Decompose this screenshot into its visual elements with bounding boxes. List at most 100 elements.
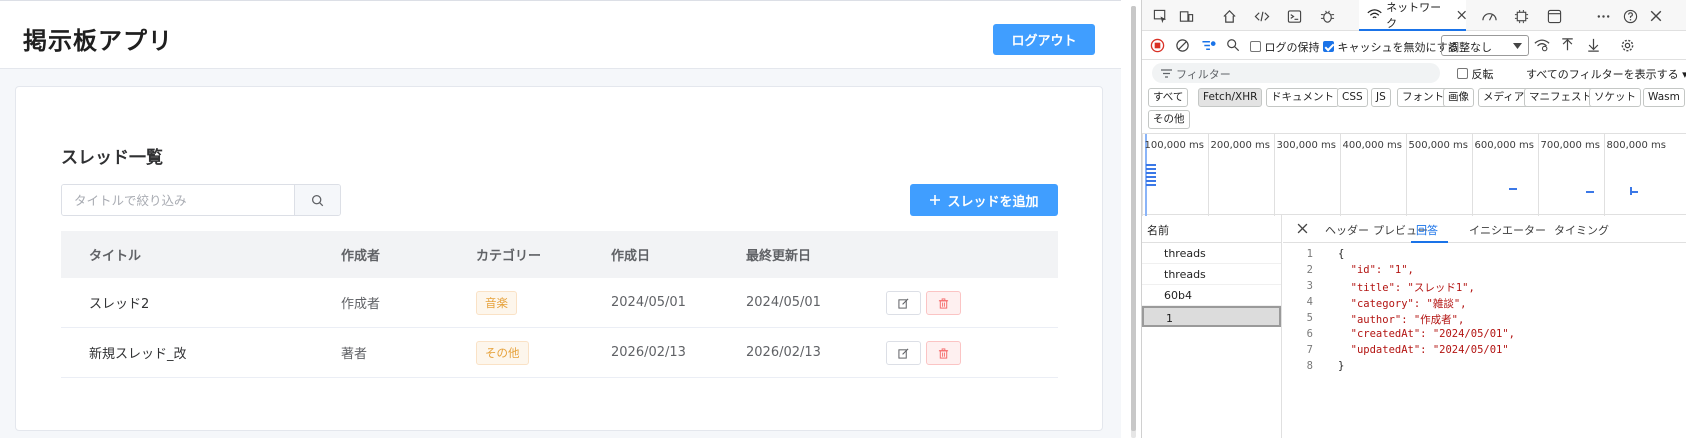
line-number: 3 [1306, 280, 1313, 292]
download-icon[interactable] [1584, 36, 1602, 54]
more-tools-icon[interactable] [1593, 6, 1613, 26]
tab-response[interactable]: 回答 [1416, 222, 1438, 238]
inspect-icon[interactable] [1150, 6, 1170, 26]
chip-js[interactable]: JS [1371, 88, 1391, 107]
search-input[interactable] [62, 185, 294, 215]
chip-manifest[interactable]: マニフェスト [1524, 88, 1597, 107]
preserve-log-checkbox[interactable] [1250, 41, 1261, 52]
table-row: 新規スレッド_改 著者 その他 2026/02/13 2026/02/13 [61, 328, 1058, 378]
row-updated: 2026/02/13 [746, 345, 821, 360]
edit-button[interactable] [886, 341, 921, 365]
line-number: 4 [1306, 296, 1313, 308]
row-created: 2024/05/01 [611, 295, 686, 310]
throttle-value: 調整なし [1448, 41, 1492, 54]
chip-socket[interactable]: ソケット [1589, 88, 1641, 107]
invert-checkbox[interactable] [1457, 68, 1468, 79]
tab-headers[interactable]: ヘッダー [1325, 222, 1369, 238]
trash-icon [938, 347, 949, 359]
wifi-icon [1367, 9, 1382, 19]
app-header: 掲示板アプリ ログアウト [0, 1, 1121, 69]
chip-other[interactable]: その他 [1148, 110, 1190, 129]
request-row[interactable]: 60b4 [1142, 285, 1281, 306]
table-row: スレッド2 作成者 音楽 2024/05/01 2024/05/01 [61, 278, 1058, 328]
chip-document[interactable]: ドキュメント [1266, 88, 1339, 107]
timeline-col: 100,000 ms [1142, 134, 1208, 216]
network-timeline[interactable]: 100,000 ms 200,000 ms 300,000 ms 400,000… [1142, 133, 1686, 216]
filter-icon [1161, 69, 1172, 78]
response-line: } [1338, 360, 1345, 372]
memory-chip-icon[interactable] [1511, 6, 1531, 26]
line-number: 7 [1306, 344, 1313, 356]
chip-media[interactable]: メディア [1478, 88, 1530, 107]
help-icon[interactable] [1620, 6, 1640, 26]
record-stop-icon[interactable] [1148, 36, 1166, 54]
header-title: タイトル [89, 249, 142, 264]
line-number: 5 [1306, 312, 1313, 324]
upload-icon[interactable] [1558, 36, 1576, 54]
detail-tabs: ヘッダー プレビュー 回答 イニシエーター タイミング [1283, 215, 1686, 243]
response-line: "author": "作成者", [1338, 314, 1465, 326]
logout-button[interactable]: ログアウト [993, 24, 1095, 55]
preserve-log-label: ログの保持 [1264, 41, 1320, 54]
add-thread-button[interactable]: スレッドを追加 [910, 184, 1058, 216]
timeline-col: 500,000 ms [1406, 134, 1472, 216]
search-box [61, 184, 341, 216]
request-row[interactable]: threads [1142, 243, 1281, 264]
close-detail-icon[interactable] [1297, 223, 1308, 234]
thread-list-card: スレッド一覧 スレッドを追加 タイトル 作成者 カテゴリー 作成日 最終更新日 … [15, 86, 1103, 431]
names-header: 名前 [1142, 215, 1281, 243]
network-tab-label: ネットワーク [1386, 0, 1442, 30]
filter-input[interactable]: フィルター [1152, 63, 1440, 83]
header-created: 作成日 [611, 249, 651, 264]
header-updated: 最終更新日 [746, 249, 812, 264]
invert-label: 反転 [1471, 68, 1494, 81]
row-author: 著者 [341, 347, 368, 362]
delete-button[interactable] [926, 291, 961, 315]
request-row[interactable]: threads [1142, 264, 1281, 285]
device-toolbar-icon[interactable] [1176, 6, 1196, 26]
close-devtools-icon[interactable] [1646, 6, 1666, 26]
network-conditions-icon[interactable] [1533, 36, 1551, 54]
throttle-select[interactable]: 調整なし [1441, 35, 1529, 56]
chip-css[interactable]: CSS [1337, 88, 1368, 107]
category-tag: その他 [476, 340, 529, 365]
timeline-col: 200,000 ms [1208, 134, 1274, 216]
line-number: 8 [1306, 360, 1313, 372]
search-icon[interactable] [1224, 36, 1242, 54]
filter-settings-icon[interactable] [1200, 36, 1218, 54]
sources-bug-icon[interactable] [1317, 6, 1337, 26]
chip-image[interactable]: 画像 [1443, 88, 1474, 107]
tab-initiator[interactable]: イニシエーター [1469, 222, 1546, 238]
row-title: 新規スレッド_改 [89, 347, 187, 362]
show-all-filters-dropdown[interactable]: すべてのフィルターを表示する ▾ [1526, 66, 1686, 82]
close-icon[interactable] [1457, 10, 1466, 20]
application-panel-icon[interactable] [1544, 6, 1564, 26]
welcome-home-icon[interactable] [1219, 6, 1239, 26]
disable-cache-checkbox[interactable] [1323, 41, 1334, 52]
tab-timing[interactable]: タイミング [1554, 222, 1609, 238]
response-line: "title": "スレッド1", [1338, 282, 1475, 294]
row-title: スレッド2 [89, 297, 150, 312]
devtools-panel: ネットワーク ログの保持 キャッシュを無効にする 調整なし フィルター 反転 す… [1141, 0, 1686, 438]
request-row-selected[interactable]: 1 [1142, 306, 1281, 327]
chip-wasm[interactable]: Wasm [1643, 88, 1685, 107]
clear-icon[interactable] [1173, 36, 1191, 54]
chip-fetch-xhr[interactable]: Fetch/XHR [1198, 88, 1263, 107]
row-updated: 2024/05/01 [746, 295, 821, 310]
gear-icon[interactable] [1618, 36, 1636, 54]
header-author: 作成者 [341, 249, 381, 264]
search-button[interactable] [294, 185, 340, 215]
section-title: スレッド一覧 [61, 148, 163, 168]
delete-button[interactable] [926, 341, 961, 365]
timeline-mark [1146, 184, 1156, 186]
performance-gauge-icon[interactable] [1479, 6, 1499, 26]
chip-all[interactable]: すべて [1148, 88, 1189, 107]
chip-font[interactable]: フォント [1397, 88, 1449, 107]
elements-code-icon[interactable] [1252, 6, 1272, 26]
edit-button[interactable] [886, 291, 921, 315]
page-scrollbar-thumb[interactable] [1131, 6, 1136, 431]
chevron-down-icon [1513, 43, 1522, 49]
console-icon[interactable] [1284, 6, 1304, 26]
timeline-mark [1146, 168, 1156, 170]
tab-network[interactable]: ネットワーク [1359, 0, 1466, 31]
